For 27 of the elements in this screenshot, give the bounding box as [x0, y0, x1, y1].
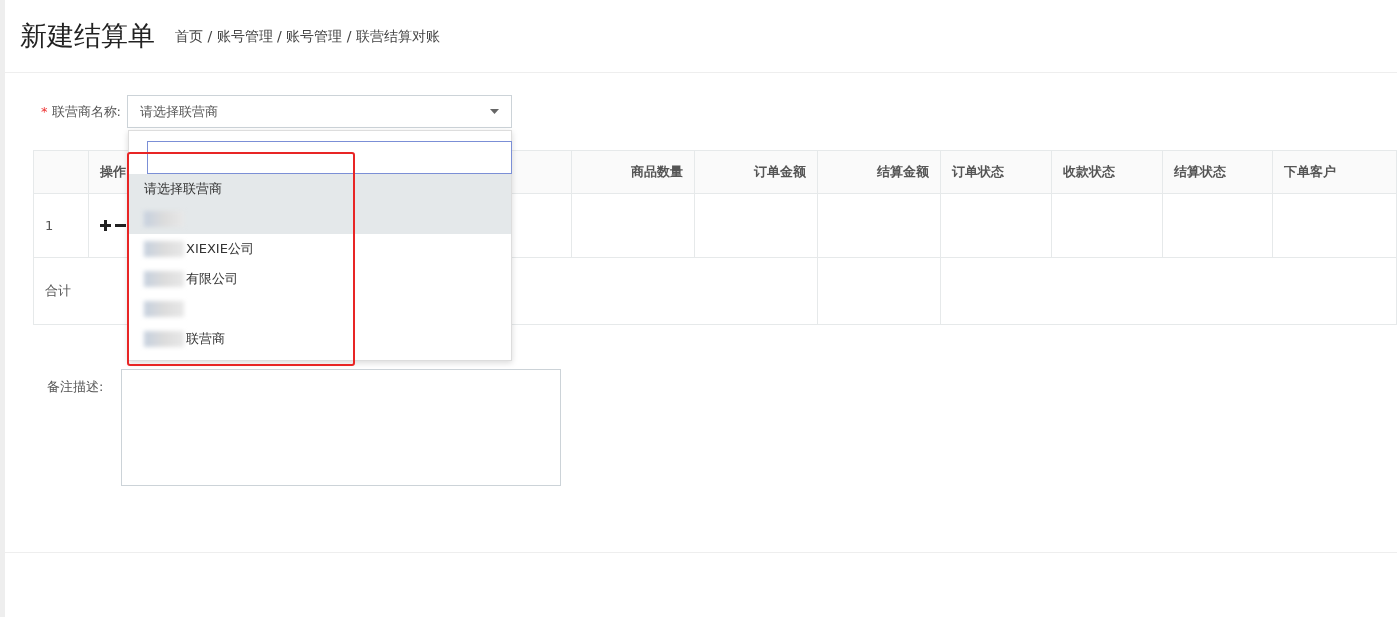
redaction-blur [144, 211, 184, 227]
add-icon[interactable] [100, 220, 111, 231]
column-header: 结算状态 [1162, 150, 1273, 194]
field-label: 备注描述: [47, 378, 105, 396]
redaction-blur [144, 301, 184, 317]
column-header: 收款状态 [1051, 150, 1163, 194]
breadcrumb: 首页 / 账号管理 / 账号管理 / 联营结算对账 [175, 27, 440, 44]
caret-icon [490, 109, 499, 114]
redaction-blur [144, 271, 184, 287]
redaction-blur [144, 241, 184, 257]
page-title: 新建结算单 [20, 18, 155, 53]
dropdown-option[interactable]: 请选择联营商 [129, 174, 511, 204]
row-number: 1 [45, 217, 54, 233]
remark-field[interactable] [121, 369, 561, 486]
search-field[interactable] [147, 141, 512, 174]
column-header: 订单金额 [694, 150, 818, 194]
redaction-blur [144, 331, 184, 347]
column-header: 商品数量 [571, 150, 695, 194]
total-label: 合计 [45, 283, 71, 299]
field-label: * 联营商名称: [39, 102, 122, 121]
column-header: 订单状态 [940, 150, 1052, 194]
column-header: 下单客户 [1272, 150, 1397, 194]
partner-select[interactable]: 请选择联营商 [127, 95, 512, 128]
dropdown-option[interactable]: 有限公司 [129, 264, 511, 294]
column-header: 结算金额 [817, 150, 941, 194]
dropdown-option[interactable]: 联营商 [129, 324, 511, 354]
dropdown-option[interactable]: XIEXIE公司 [129, 234, 511, 264]
